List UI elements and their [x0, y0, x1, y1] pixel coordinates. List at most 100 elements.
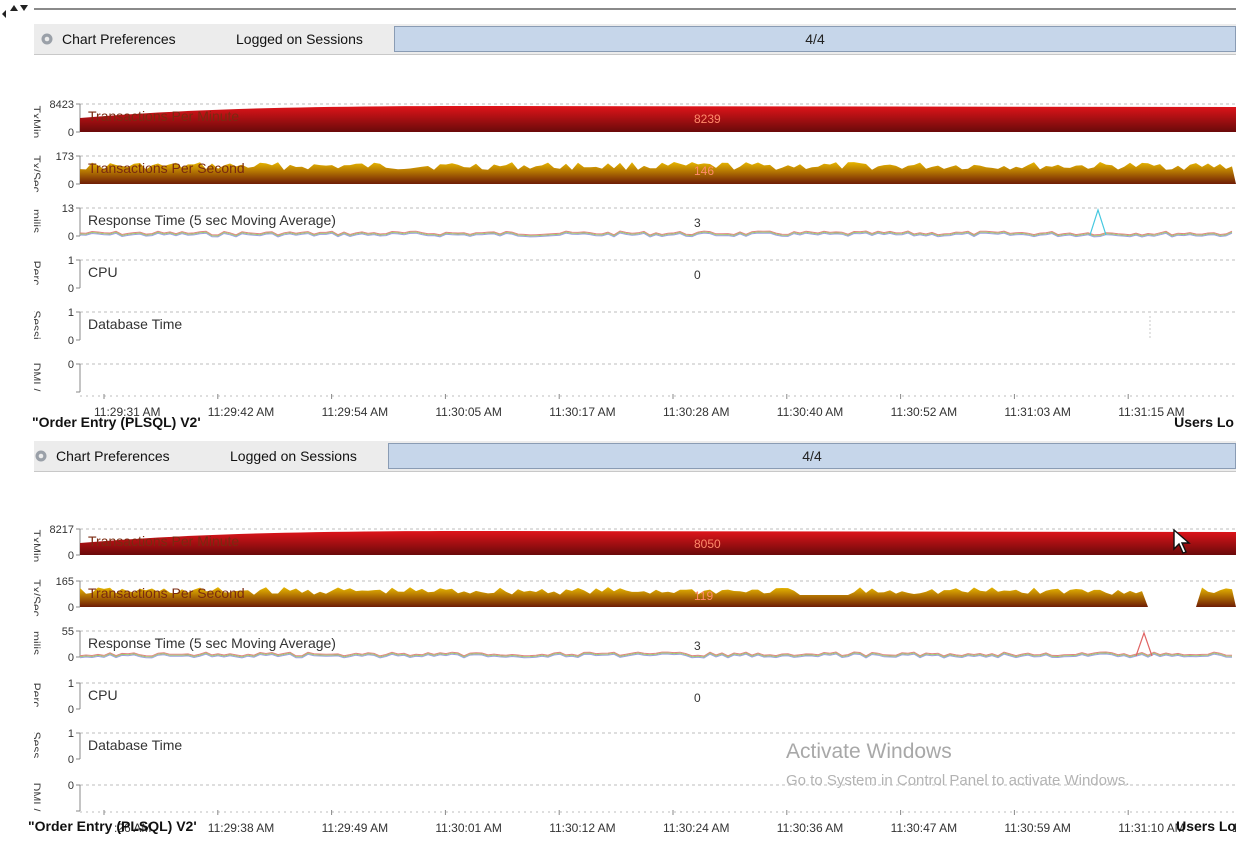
activate-windows-title: Activate Windows	[786, 740, 952, 763]
y-max-label: 0	[68, 359, 74, 371]
y-max-label: 8217	[50, 524, 74, 536]
row-title: Transactions Per Second	[88, 585, 245, 601]
time-tick-label: 11:29:54 AM	[322, 405, 389, 419]
row-current-value: 0	[694, 691, 701, 705]
row-title: Database Time	[88, 316, 182, 332]
y-min-label: 0	[68, 754, 74, 766]
axis-category-label: Perc...	[34, 683, 43, 718]
row-title: Transactions Per Minute	[88, 533, 239, 549]
benchmark-title: "Order Entry (PLSQL) V2'	[28, 818, 197, 834]
logged-on-sessions-label: Logged on Sessions	[230, 448, 357, 464]
y-max-label: 1	[68, 678, 74, 690]
logged-on-sessions-label: Logged on Sessions	[236, 31, 363, 47]
time-tick-label: 11:30:47 AM	[891, 821, 958, 835]
chart-preferences-button[interactable]: Chart Preferences	[34, 441, 170, 471]
row-title: Response Time (5 sec Moving Average)	[88, 212, 336, 228]
time-tick-label: 11:30:28 AM	[663, 405, 730, 419]
response-time-spike	[1089, 208, 1107, 236]
axis-category-label: Tx/Sec	[34, 579, 43, 616]
monitor-charts: TxMin Tx/Sec milis... Perc... Sessi... DML/..…	[34, 99, 1236, 419]
y-max-label: 0	[68, 780, 74, 792]
axis-category-label: TxMin	[34, 530, 43, 563]
axis-category-label: Sess...	[34, 732, 43, 769]
chart-preferences-label: Chart Preferences	[56, 448, 170, 464]
row-current-value: 3	[694, 216, 701, 230]
gear-icon	[35, 450, 47, 462]
y-max-label: 8423	[50, 99, 74, 111]
response-time-spike	[1135, 631, 1153, 657]
row-title: CPU	[88, 687, 118, 703]
time-tick-label: 11:29:38 AM	[208, 821, 274, 835]
sessions-progress-bar: 4/4	[394, 26, 1236, 52]
axis-category-label: DML/...	[34, 783, 43, 822]
time-tick-label: 11:31:03 AM	[1004, 405, 1071, 419]
benchmark-title: "Order Entry (PLSQL) V2'	[32, 414, 201, 430]
y-min-label: 0	[68, 652, 74, 664]
row-current-value: 8050	[694, 537, 721, 551]
y-min-label: 0	[68, 602, 74, 614]
monitor-charts: TxMin Tx/Sec milis... Perc... Sess... DML/...…	[34, 524, 1236, 835]
users-logged-label: Users Lo	[1176, 818, 1236, 834]
tpm-area	[80, 531, 1236, 555]
row-title: Transactions Per Minute	[88, 108, 239, 124]
users-logged-label: Users Lo	[1174, 414, 1234, 430]
time-tick-label: 11:30:01 AM	[435, 821, 502, 835]
axis-category-label: milis...	[34, 209, 43, 243]
y-max-label: 1	[68, 255, 74, 267]
time-tick-label: 11:30:12 AM	[549, 821, 616, 835]
y-min-label: 0	[68, 335, 74, 347]
y-max-label: 165	[56, 576, 74, 588]
y-max-label: 1	[68, 728, 74, 740]
y-max-label: 173	[56, 151, 74, 163]
y-min-label: 0	[68, 231, 74, 243]
chart-preferences-button[interactable]: Chart Preferences	[40, 24, 176, 54]
mouse-pointer-icon	[1173, 529, 1191, 554]
panel-toolbar: Chart Preferences Logged on Sessions 4/4	[34, 441, 1236, 472]
y-min-label: 0	[68, 283, 74, 295]
row-current-value: 3	[694, 639, 701, 653]
axis-category-label: milis...	[34, 631, 43, 665]
row-title: Database Time	[88, 737, 182, 753]
row-current-value: 8239	[694, 112, 721, 126]
chart-panel-1: Chart Preferences Logged on Sessions 4/4…	[32, 24, 1236, 436]
tpm-area	[80, 106, 1236, 132]
time-tick-label: 11:30:05 AM	[435, 405, 502, 419]
chart-preferences-label: Chart Preferences	[62, 31, 176, 47]
time-tick-label: 11:30:40 AM	[777, 405, 844, 419]
y-max-label: 13	[62, 203, 74, 215]
row-title: Response Time (5 sec Moving Average)	[88, 635, 336, 651]
activate-windows-subtitle: Go to System in Control Panel to activat…	[786, 772, 1130, 789]
sessions-progress-text: 4/4	[805, 31, 825, 47]
y-min-label: 0	[68, 127, 74, 139]
time-tick-label: 11:30:36 AM	[777, 821, 844, 835]
axis-category-label: Tx/Sec	[34, 155, 43, 192]
time-tick-label: 11:30:52 AM	[891, 405, 958, 419]
row-title: CPU	[88, 264, 118, 280]
row-current-value: 146	[694, 164, 714, 178]
time-tick-label: 11:31:10 AM	[1118, 821, 1185, 835]
y-min-label: 0	[68, 704, 74, 716]
time-tick-label: 11:30:17 AM	[549, 405, 616, 419]
tps-area	[80, 587, 1236, 607]
top-border	[34, 8, 1236, 10]
y-min-label: 0	[68, 179, 74, 191]
y-max-label: 1	[68, 307, 74, 319]
gear-icon	[41, 33, 53, 45]
axis-category-label: Sessi...	[34, 310, 43, 349]
tps-area	[80, 162, 1236, 184]
row-current-value: 119	[694, 589, 713, 603]
panel-toolbar: Chart Preferences Logged on Sessions 4/4	[34, 24, 1236, 55]
y-max-label: 55	[62, 626, 74, 638]
sessions-progress-bar: 4/4	[388, 443, 1236, 469]
time-tick-label: 11:29:42 AM	[208, 405, 274, 419]
axis-category-label: DML/...	[34, 363, 43, 402]
row-title: Transactions Per Second	[88, 160, 245, 176]
time-tick-label: 11:30:59 AM	[1004, 821, 1071, 835]
axis-category-label: Perc...	[34, 261, 43, 296]
time-tick-label: 11:30:24 AM	[663, 821, 730, 835]
time-tick-label: 11:29:49 AM	[322, 821, 389, 835]
row-current-value: 0	[694, 268, 701, 282]
y-min-label: 0	[68, 550, 74, 562]
sessions-progress-text: 4/4	[802, 448, 822, 464]
axis-category-label: TxMin	[34, 106, 43, 139]
